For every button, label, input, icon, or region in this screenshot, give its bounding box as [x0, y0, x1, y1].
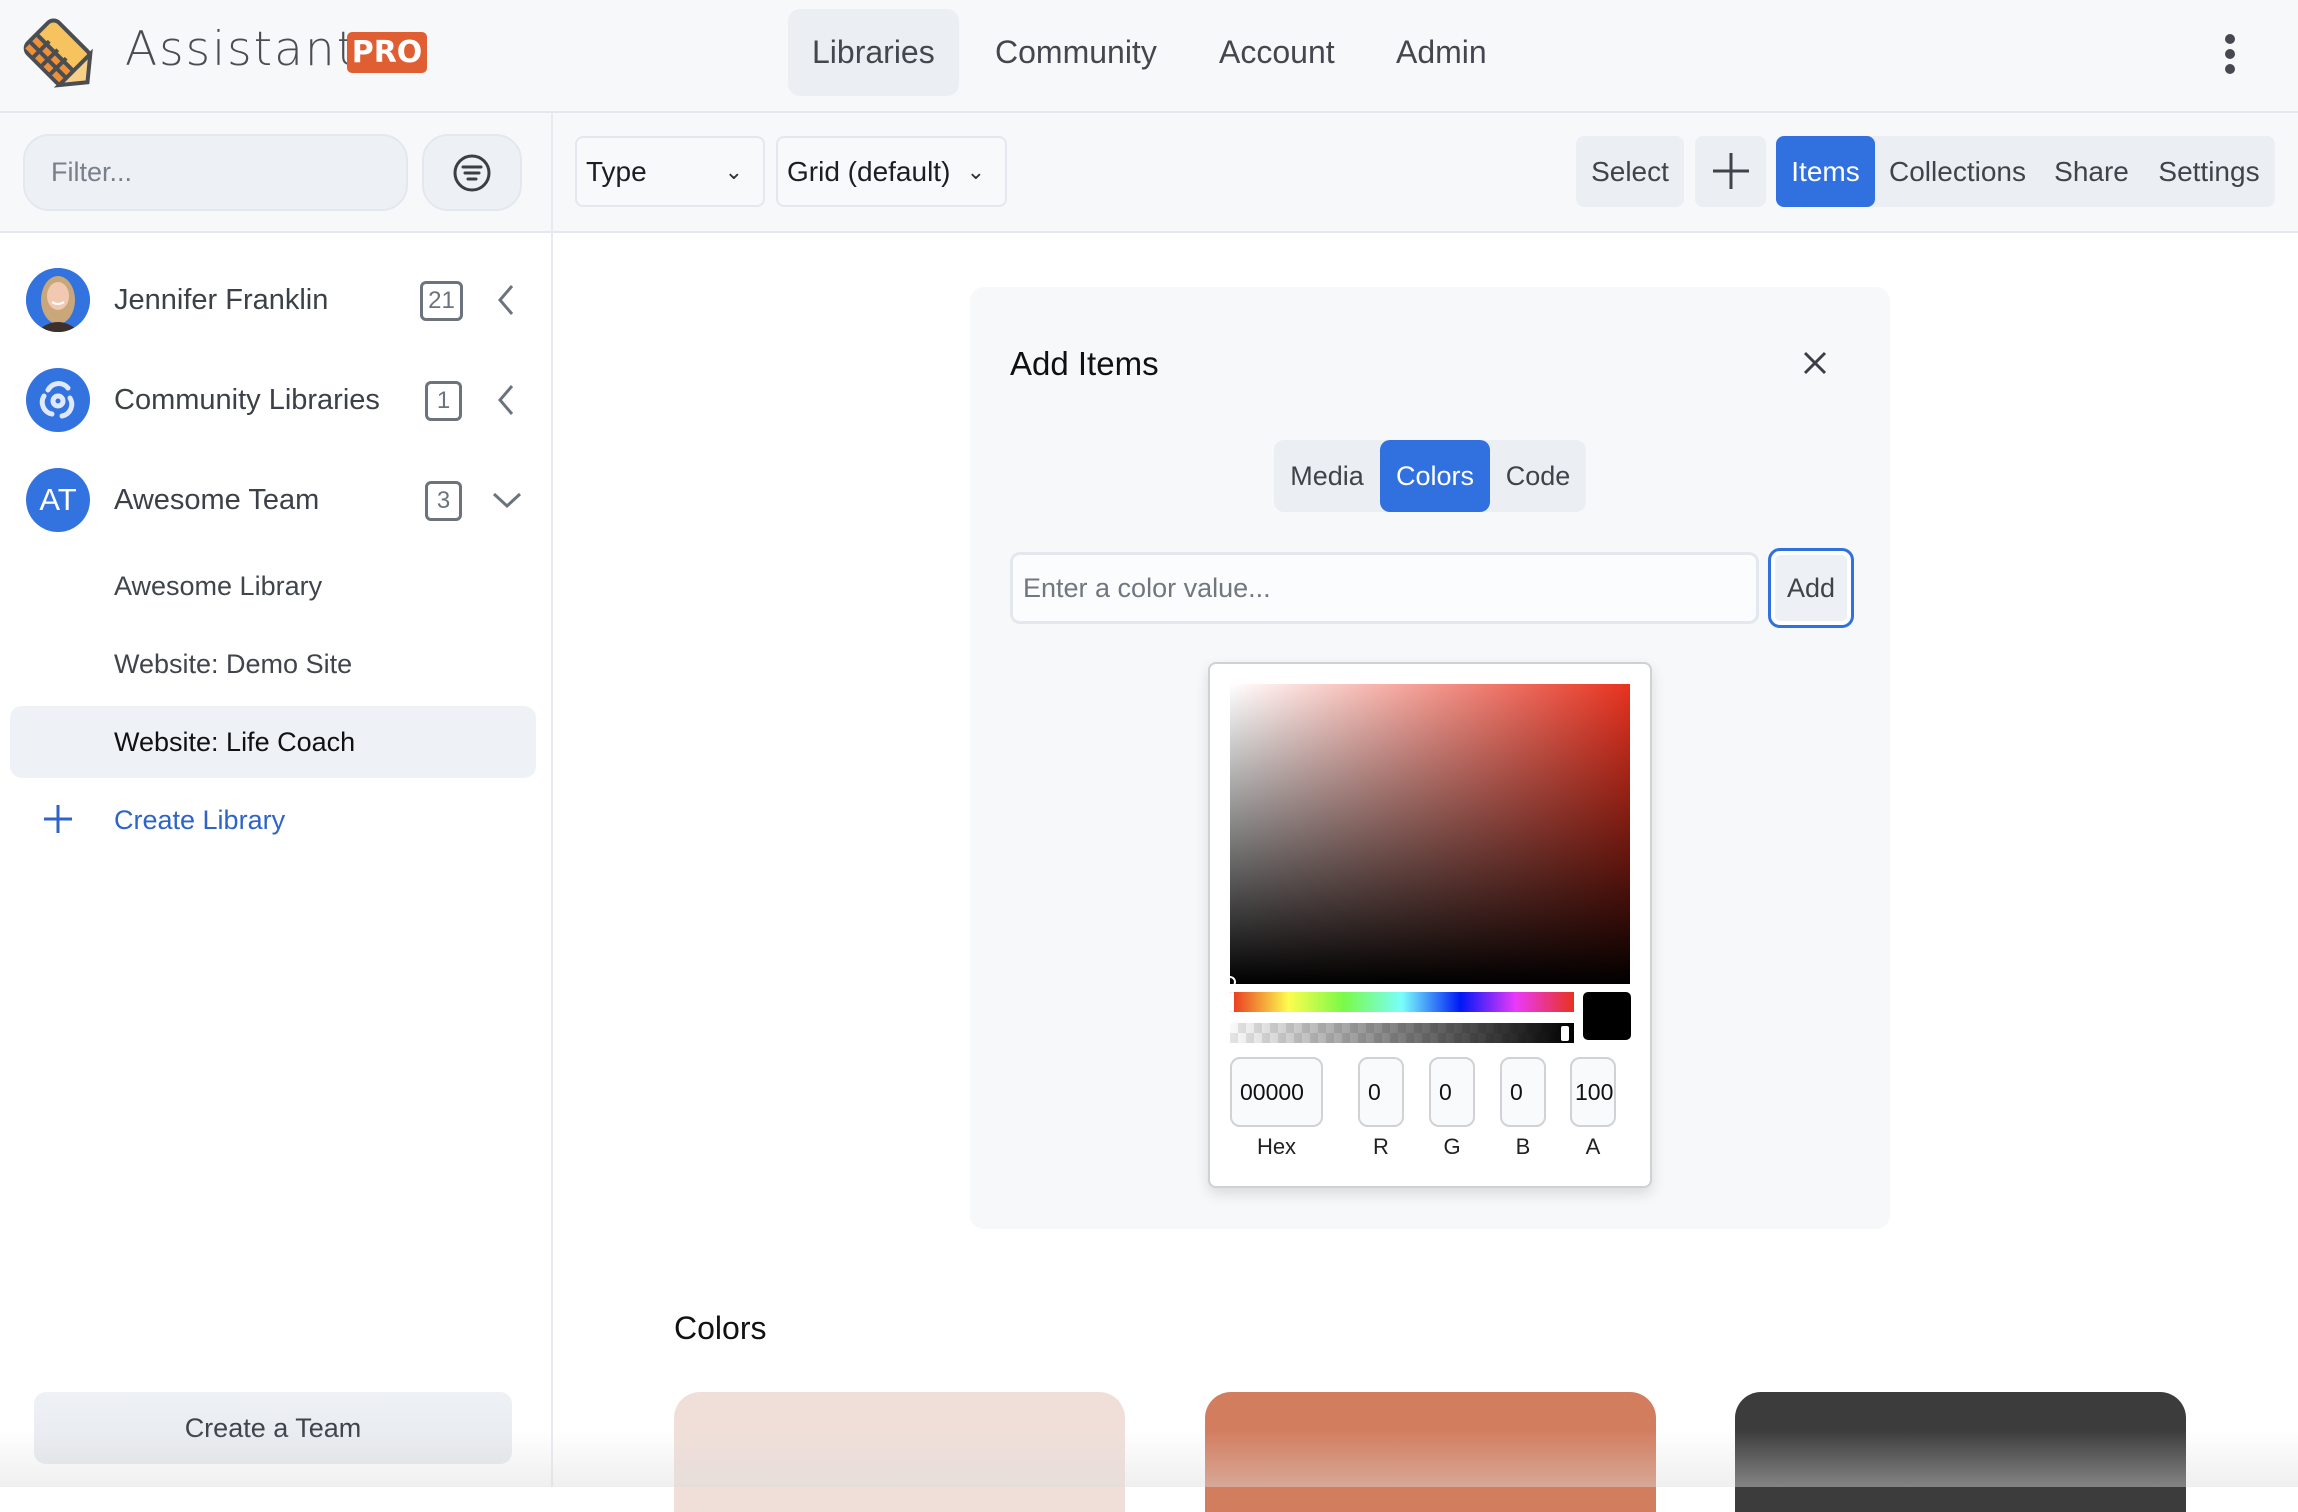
colors-section-heading: Colors	[674, 1310, 767, 1346]
community-avatar	[26, 368, 90, 432]
count-badge: 1	[425, 381, 462, 421]
add-color-button[interactable]: Add	[1768, 548, 1854, 628]
chevron-left-icon[interactable]	[490, 378, 524, 422]
color-swatch-card[interactable]	[674, 1392, 1125, 1512]
select-button[interactable]: Select	[1576, 136, 1684, 207]
tab-collections[interactable]: Collections	[1875, 136, 2040, 207]
kebab-menu-icon[interactable]	[2218, 30, 2242, 74]
sidebar-group-label: Awesome Team	[114, 484, 320, 516]
type-dropdown[interactable]: Type ⌄	[575, 136, 765, 207]
brand-name: Assistant	[125, 22, 358, 77]
sidebar-group-label: Jennifer Franklin	[114, 284, 329, 316]
library-item-awesome-library[interactable]: Awesome Library	[10, 550, 536, 622]
top-header: Assistant PRO Libraries Community Accoun…	[0, 0, 2298, 113]
hue-handle[interactable]	[1230, 992, 1234, 1012]
plus-icon	[1712, 153, 1749, 189]
chevron-left-icon[interactable]	[490, 278, 524, 322]
sidebar-group-awesome-team[interactable]: AT Awesome Team 3	[0, 460, 551, 540]
community-swirl-icon	[39, 381, 75, 419]
nav-community[interactable]: Community	[971, 9, 1181, 96]
modal-title: Add Items	[1010, 345, 1159, 382]
selected-color-preview	[1583, 992, 1631, 1040]
alpha-slider[interactable]	[1230, 1023, 1574, 1043]
tab-media[interactable]: Media	[1274, 440, 1380, 512]
hue-slider[interactable]	[1230, 992, 1574, 1012]
library-label: Awesome Library	[114, 571, 323, 601]
hex-field[interactable]	[1230, 1057, 1323, 1127]
team-avatar: AT	[26, 468, 90, 532]
tab-code[interactable]: Code	[1490, 440, 1586, 512]
sidebar-group-community-libraries[interactable]: Community Libraries 1	[0, 360, 551, 440]
create-library-link[interactable]: Create Library	[0, 785, 551, 855]
tab-share[interactable]: Share	[2040, 136, 2143, 207]
create-team-button[interactable]: Create a Team	[34, 1392, 512, 1464]
plus-icon	[44, 805, 72, 833]
a-label: A	[1585, 1134, 1601, 1159]
tab-colors[interactable]: Colors	[1380, 440, 1490, 512]
b-label: B	[1515, 1134, 1531, 1159]
add-button[interactable]	[1695, 136, 1766, 207]
close-icon[interactable]	[1799, 347, 1831, 379]
count-badge: 3	[425, 481, 462, 521]
filter-input[interactable]	[23, 134, 408, 211]
alpha-handle[interactable]	[1561, 1026, 1569, 1041]
nav-libraries[interactable]: Libraries	[788, 9, 959, 96]
chevron-down-icon: ⌄	[966, 159, 985, 184]
color-swatch-card[interactable]	[1205, 1392, 1656, 1512]
library-label: Website: Life Coach	[114, 727, 356, 757]
library-item-life-coach[interactable]: Website: Life Coach	[10, 706, 536, 778]
sidebar-divider	[551, 113, 553, 1487]
pencil-logo-icon	[23, 18, 93, 88]
color-value-input[interactable]	[1010, 552, 1759, 624]
tab-items-active[interactable]: Items	[1776, 136, 1875, 207]
type-dropdown-value: Type	[586, 156, 647, 187]
user-photo-icon	[26, 268, 90, 332]
nav-admin[interactable]: Admin	[1372, 9, 1511, 96]
saturation-value-area[interactable]	[1230, 684, 1630, 984]
library-item-demo-site[interactable]: Website: Demo Site	[10, 628, 536, 700]
item-type-tabs: Media Colors Code	[1274, 440, 1586, 512]
g-field[interactable]	[1429, 1057, 1475, 1127]
color-picker-popover: Hex R G B A	[1208, 662, 1652, 1188]
chevron-down-icon: ⌄	[724, 159, 743, 184]
chevron-down-icon[interactable]	[490, 478, 524, 522]
view-dropdown-value: Grid (default)	[787, 156, 951, 187]
pro-badge: PRO	[347, 32, 427, 73]
create-library-label: Create Library	[114, 805, 286, 835]
a-field[interactable]	[1570, 1057, 1616, 1127]
color-swatch-card[interactable]	[1735, 1392, 2186, 1512]
r-field[interactable]	[1358, 1057, 1404, 1127]
sidebar-group-label: Community Libraries	[114, 384, 380, 416]
user-avatar	[26, 268, 90, 332]
hex-label: Hex	[1256, 1134, 1297, 1159]
sidebar-group-jennifer-franklin[interactable]: Jennifer Franklin 21	[0, 260, 551, 340]
count-badge: 21	[420, 281, 463, 321]
saturation-handle[interactable]	[1224, 976, 1236, 988]
g-label: G	[1443, 1134, 1461, 1159]
toolbar: Type ⌄ Grid (default) ⌄ Select Items Col…	[0, 113, 2298, 233]
nav-account[interactable]: Account	[1195, 9, 1359, 96]
filter-button[interactable]	[422, 134, 522, 211]
tab-settings[interactable]: Settings	[2143, 136, 2275, 207]
view-dropdown[interactable]: Grid (default) ⌄	[776, 136, 1007, 207]
r-label: R	[1373, 1134, 1389, 1159]
library-label: Website: Demo Site	[114, 649, 353, 679]
b-field[interactable]	[1500, 1057, 1546, 1127]
filter-lines-icon	[453, 154, 491, 191]
